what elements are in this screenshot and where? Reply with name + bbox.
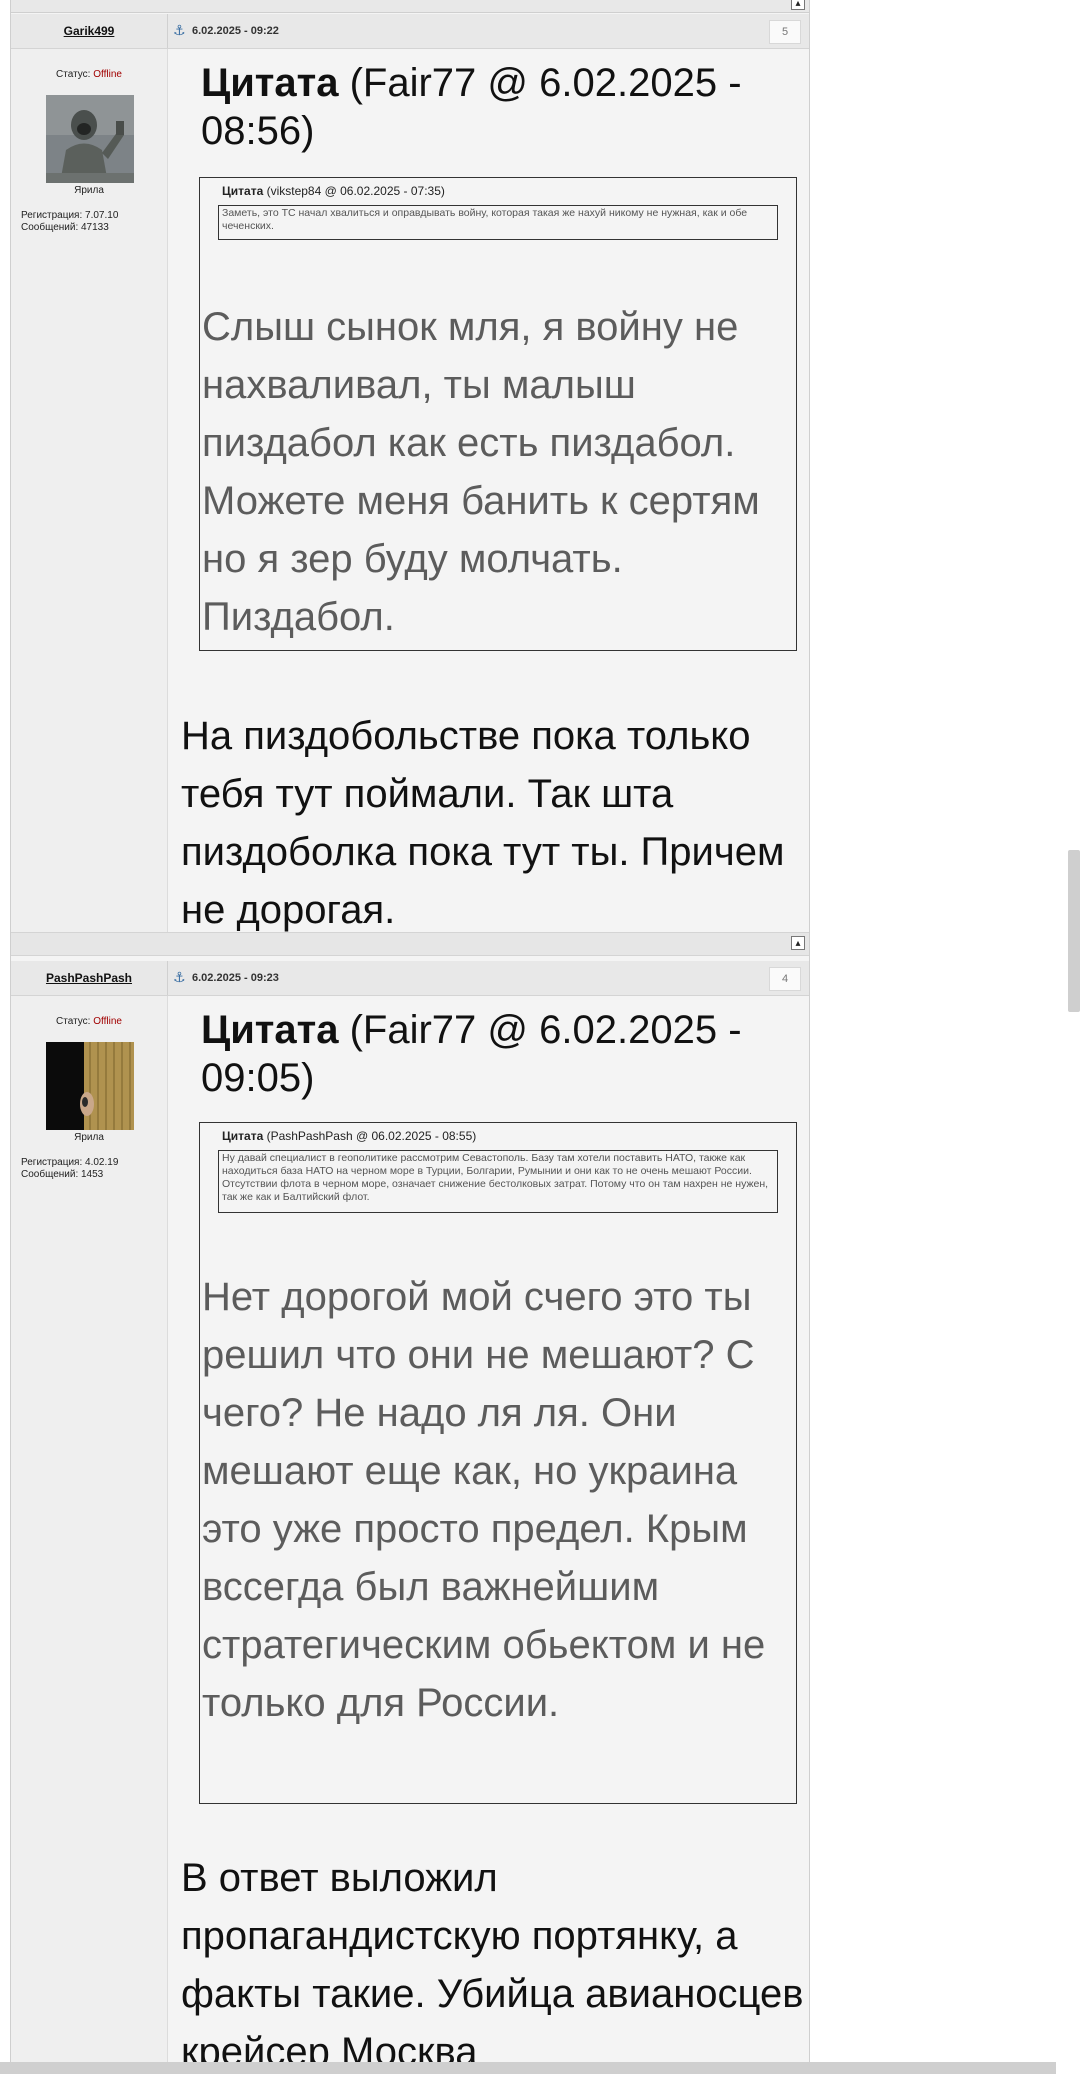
post: Garik499 ⚓ 6.02.2025 - 09:22 5 Статус: O… <box>11 14 809 956</box>
status-offline: Offline <box>93 1016 122 1027</box>
post-footer: ▴ <box>11 932 809 956</box>
quote-block: Цитата (PashPashPash @ 06.02.2025 - 08:5… <box>199 1122 797 1804</box>
reply-text: На пиздобольстве пока только тебя тут по… <box>181 714 785 932</box>
anchor-icon[interactable]: ⚓ <box>173 970 186 986</box>
forum-page: ▴ Garik499 ⚓ 6.02.2025 - 09:22 5 Статус:… <box>10 0 810 2074</box>
message-count: Сообщений: 1453 <box>21 1169 104 1180</box>
anchor-icon[interactable]: ⚓ <box>173 23 186 39</box>
column-divider <box>167 49 168 932</box>
post-header: PashPashPash ⚓ 6.02.2025 - 09:23 4 <box>11 961 809 996</box>
previous-post-footer: ▴ <box>11 0 809 13</box>
post-number[interactable]: 5 <box>769 20 801 44</box>
quote-header: Цитата (Fair77 @ 6.02.2025 - 09:05) <box>201 1006 781 1102</box>
status-label: Статус: <box>56 1016 94 1027</box>
author-meta: Регистрация: 4.02.19 Сообщений: 1453 <box>21 1157 118 1181</box>
vertical-scrollbar[interactable] <box>1068 850 1080 1012</box>
quoted-text: Слыш сынок мля, я войну не нахваливал, т… <box>202 305 760 639</box>
post-body: Цитата (Fair77 @ 6.02.2025 - 08:56) Цита… <box>171 49 801 932</box>
post-body: Цитата (Fair77 @ 6.02.2025 - 09:05) Цита… <box>171 996 804 2074</box>
header-divider <box>167 14 168 48</box>
author-panel: Статус: Offline Ярила Регистрация: 7.07.… <box>11 49 167 932</box>
post-date: 6.02.2025 - 09:23 <box>192 972 279 984</box>
quote-label: Цитата <box>201 1008 339 1052</box>
quote-header: Цитата (Fair77 @ 6.02.2025 - 08:56) <box>201 59 781 155</box>
nested-quote-source: (PashPashPash @ 06.02.2025 - 08:55) <box>263 1129 477 1143</box>
registration-date: Регистрация: 7.07.10 <box>21 210 119 221</box>
scroll-top-icon[interactable]: ▴ <box>791 0 805 10</box>
avatar[interactable] <box>46 95 134 183</box>
nested-quote-source: (vikstep84 @ 06.02.2025 - 07:35) <box>263 184 445 198</box>
author-meta: Регистрация: 7.07.10 Сообщений: 47133 <box>21 210 118 234</box>
registration-date: Регистрация: 4.02.19 <box>21 1157 119 1168</box>
quote-label: Цитата <box>201 61 339 105</box>
author-status: Статус: Offline <box>11 1016 167 1027</box>
avatar[interactable] <box>46 1042 134 1130</box>
scroll-top-icon[interactable]: ▴ <box>791 936 805 950</box>
message-count: Сообщений: 47133 <box>21 222 109 233</box>
status-label: Статус: <box>56 69 94 80</box>
author-name[interactable]: Garik499 <box>11 14 167 48</box>
nested-quote-header: Цитата (PashPashPash @ 06.02.2025 - 08:5… <box>222 1129 476 1143</box>
quoted-text: Нет дорогой мой счего это ты решил что о… <box>202 1275 766 1725</box>
nested-quote-label: Цитата <box>222 1129 264 1143</box>
post-number[interactable]: 4 <box>769 967 801 991</box>
author-status: Статус: Offline <box>11 69 167 80</box>
nested-quote-header: Цитата (vikstep84 @ 06.02.2025 - 07:35) <box>222 184 445 198</box>
quote-block: Цитата (vikstep84 @ 06.02.2025 - 07:35) … <box>199 177 797 651</box>
nested-quote-text: Заметь, это ТС начал хвалиться и оправды… <box>218 205 778 240</box>
author-panel: Статус: Offline Ярила Регистрация: 4.02.… <box>11 996 167 2074</box>
author-rank: Ярила <box>74 1132 104 1143</box>
status-offline: Offline <box>93 69 122 80</box>
post-header: Garik499 ⚓ 6.02.2025 - 09:22 5 <box>11 14 809 49</box>
post-date: 6.02.2025 - 09:22 <box>192 25 279 37</box>
nested-quote-text: Ну давай специалист в геополитике рассмо… <box>218 1150 778 1213</box>
author-rank: Ярила <box>74 185 104 196</box>
nested-quote-label: Цитата <box>222 184 264 198</box>
horizontal-scrollbar[interactable] <box>0 2062 1056 2074</box>
author-name[interactable]: PashPashPash <box>11 961 167 995</box>
column-divider <box>167 996 168 2074</box>
header-divider <box>167 961 168 995</box>
post: PashPashPash ⚓ 6.02.2025 - 09:23 4 Стату… <box>11 961 809 2074</box>
reply-text: В ответ выложил пропагандистскую портянк… <box>181 1856 804 2074</box>
